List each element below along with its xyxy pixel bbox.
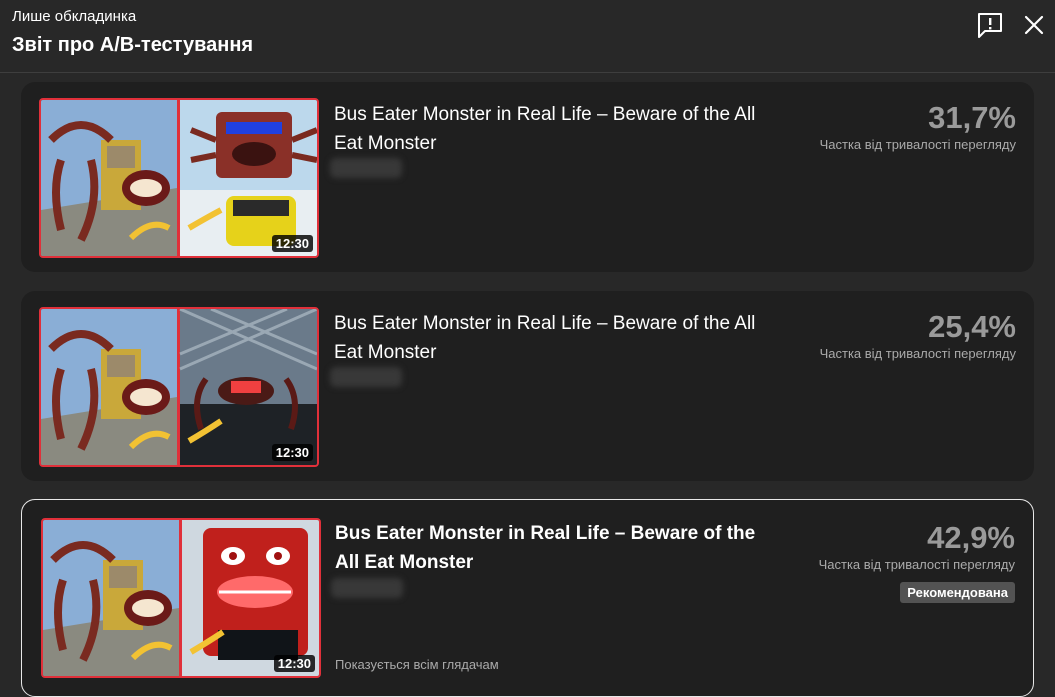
thumbnail-image [43, 520, 319, 676]
watch-time-share-label: Частка від тривалості перегляду [818, 557, 1015, 572]
watch-time-share-value: 25,4% [928, 309, 1016, 344]
recommended-badge: Рекомендована [900, 582, 1015, 603]
blurred-channel-name [331, 578, 403, 598]
shown-to-all-note: Показується всім глядачам [335, 657, 499, 672]
variant-card-3[interactable]: 12:30 Bus Eater Monster in Real Life – B… [21, 499, 1034, 697]
variant-thumbnail-1[interactable]: 12:30 [39, 98, 319, 258]
close-button[interactable] [1019, 10, 1049, 40]
dialog-subtitle: Лише обкладинка [12, 8, 137, 25]
video-duration: 12:30 [273, 655, 315, 672]
watch-time-share-label: Частка від тривалості перегляду [819, 137, 1016, 152]
video-duration: 12:30 [271, 444, 313, 461]
video-title: Bus Eater Monster in Real Life – Beware … [334, 313, 756, 363]
blurred-channel-name [330, 367, 402, 387]
variant-card-2[interactable]: 12:30 Bus Eater Monster in Real Life – B… [21, 291, 1034, 481]
thumbnail-image [41, 100, 317, 256]
variant-thumbnail-2[interactable]: 12:30 [39, 307, 319, 467]
watch-time-share-label: Частка від тривалості перегляду [819, 346, 1016, 361]
blurred-channel-name [330, 158, 402, 178]
close-icon [1024, 15, 1044, 35]
variant-card-1[interactable]: 12:30 Bus Eater Monster in Real Life – B… [21, 82, 1034, 272]
watch-time-share-value: 42,9% [927, 520, 1015, 555]
variant-thumbnail-3[interactable]: 12:30 [41, 518, 321, 678]
video-title: Bus Eater Monster in Real Life – Beware … [335, 523, 756, 573]
feedback-icon [978, 13, 1002, 38]
dialog-header: Лише обкладинка Звіт про A/B-тестування [0, 0, 1055, 73]
video-title: Bus Eater Monster in Real Life – Beware … [334, 104, 756, 154]
thumbnail-image [41, 309, 317, 465]
feedback-button[interactable] [975, 10, 1005, 40]
dialog-title: Звіт про A/B-тестування [12, 34, 254, 56]
watch-time-share-value: 31,7% [928, 100, 1016, 135]
video-duration: 12:30 [271, 235, 313, 252]
